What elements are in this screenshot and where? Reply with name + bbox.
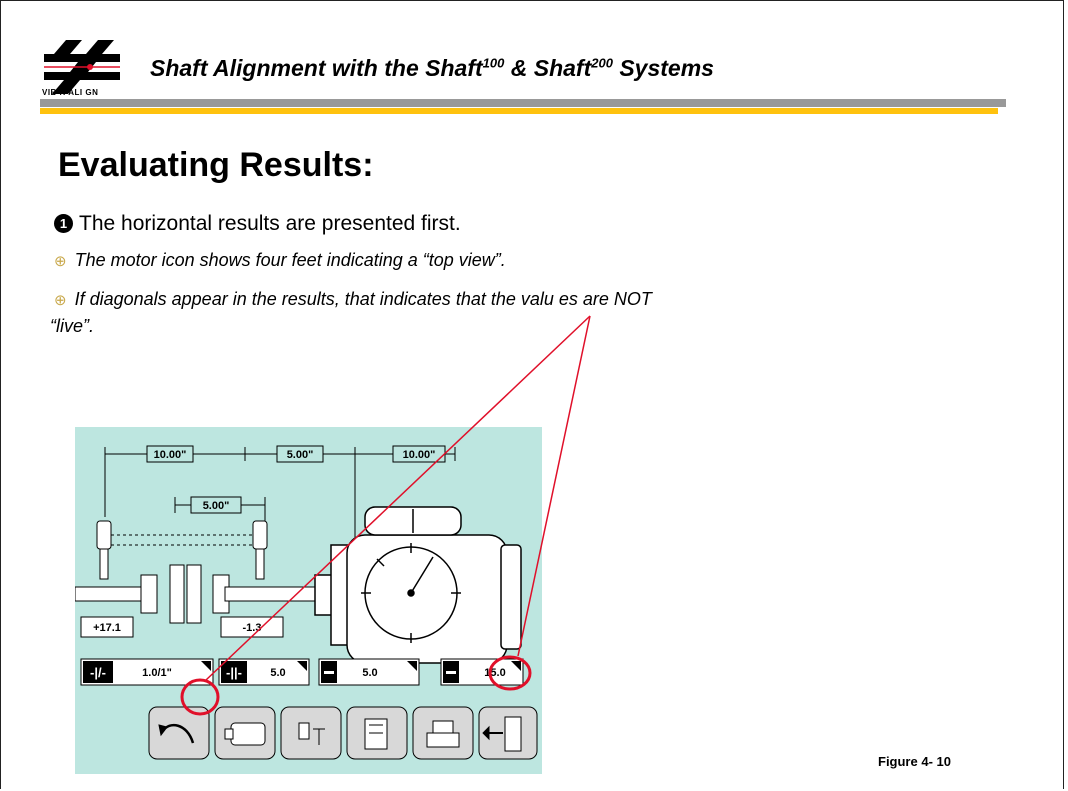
svg-text:5.00": 5.00" (287, 449, 314, 461)
crosshair-bullet-icon: ⊕ (54, 292, 67, 309)
header-rule-gold (40, 108, 998, 114)
crosshair-bullet-icon: ⊕ (54, 253, 67, 270)
adjust-icon (346, 706, 408, 760)
foot-value-right: -1.3 (220, 616, 284, 638)
svg-text:5.00": 5.00" (203, 500, 230, 512)
main-bullet: 1 The horizontal results are presented fi… (54, 212, 461, 236)
number-one-icon: 1 (54, 214, 73, 233)
printer-icon (412, 706, 474, 760)
sub-bullet-2-continuation: “live”. (50, 316, 94, 336)
svg-text:15.0: 15.0 (484, 667, 505, 679)
dimension-lower-box: 5.00" (190, 496, 242, 514)
header-title: Shaft Alignment with the Shaft100 & Shaf… (150, 55, 714, 81)
svg-text:1.0/1": 1.0/1" (142, 667, 172, 679)
result-angularity: -|/- 1.0/1" (80, 658, 214, 686)
motor-icon-button (214, 706, 276, 760)
result-front-foot: 5.0 (318, 658, 420, 686)
result-offset: -||- 5.0 (218, 658, 310, 686)
foot-value-left: +17.1 (80, 616, 134, 638)
sub-bullet-1: ⊕ The motor icon shows four feet indicati… (54, 250, 506, 270)
alignment-device-screen: 10.00" 5.00" 10.00" 5.00" +17.1 -1.3 -|/… (75, 427, 542, 774)
dimension-middle-box: 5.00" (276, 445, 324, 463)
svg-text:10.00": 10.00" (154, 449, 187, 461)
svg-text:-1.3: -1.3 (243, 622, 262, 634)
exit-icon (478, 706, 538, 760)
logo-text: VIB R ALI GN (42, 88, 99, 97)
dimension-left-box: 10.00" (146, 445, 194, 463)
slide-heading: Evaluating Results: (58, 146, 374, 184)
svg-text:10.00": 10.00" (403, 449, 436, 461)
svg-text:5.0: 5.0 (362, 667, 377, 679)
svg-text:-||-: -||- (226, 665, 242, 680)
svg-text:5.0: 5.0 (270, 667, 285, 679)
header-rule-gray (40, 99, 1006, 107)
main-bullet-text: The horizontal results are presented fir… (79, 212, 461, 235)
figure-caption: Figure 4- 10 (878, 754, 951, 769)
dimension-right-box: 10.00" (392, 445, 446, 463)
svg-text:+17.1: +17.1 (93, 622, 121, 634)
sub-bullet-2: ⊕ If diagonals appear in the results, tha… (54, 289, 652, 309)
svg-text:-|/-: -|/- (90, 665, 106, 680)
measure-icon (280, 706, 342, 760)
result-back-foot: 15.0 (440, 658, 524, 686)
undo-arrow-icon (148, 706, 210, 760)
